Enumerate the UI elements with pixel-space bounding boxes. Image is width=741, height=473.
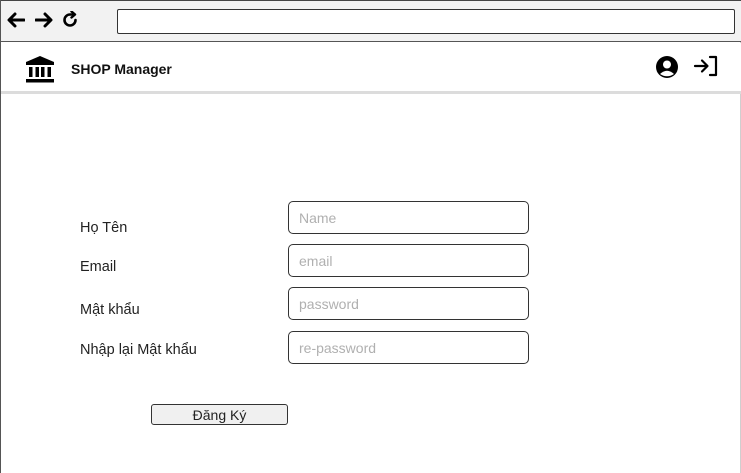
user-profile-button[interactable] [655,55,679,84]
forward-button[interactable] [33,9,55,31]
repassword-input[interactable] [288,331,529,364]
back-button[interactable] [5,9,27,31]
app-header: SHOP Manager [1,43,741,94]
name-input[interactable] [288,201,529,234]
url-bar[interactable] [117,9,735,34]
logout-icon [693,55,718,77]
browser-toolbar [1,0,741,42]
password-input[interactable] [288,287,529,320]
email-input[interactable] [288,244,529,277]
register-button[interactable]: Đăng Ký [151,404,288,425]
name-label: Họ Tên [80,220,128,236]
password-label: Mật khẩu [80,302,140,318]
logout-button[interactable] [693,55,719,82]
user-circle-icon [656,56,678,78]
reload-button[interactable] [59,9,81,31]
browser-window: SHOP Manager Họ Tên Email Mật khẩu Nhập … [0,0,741,473]
forward-arrow-icon [35,12,53,28]
reload-icon [63,11,77,27]
email-label: Email [80,259,117,275]
app-title: SHOP Manager [71,61,172,77]
repassword-label: Nhập lại Mật khẩu [80,342,197,358]
logo[interactable] [25,55,55,88]
bank-icon [26,56,54,83]
back-arrow-icon [7,12,25,28]
